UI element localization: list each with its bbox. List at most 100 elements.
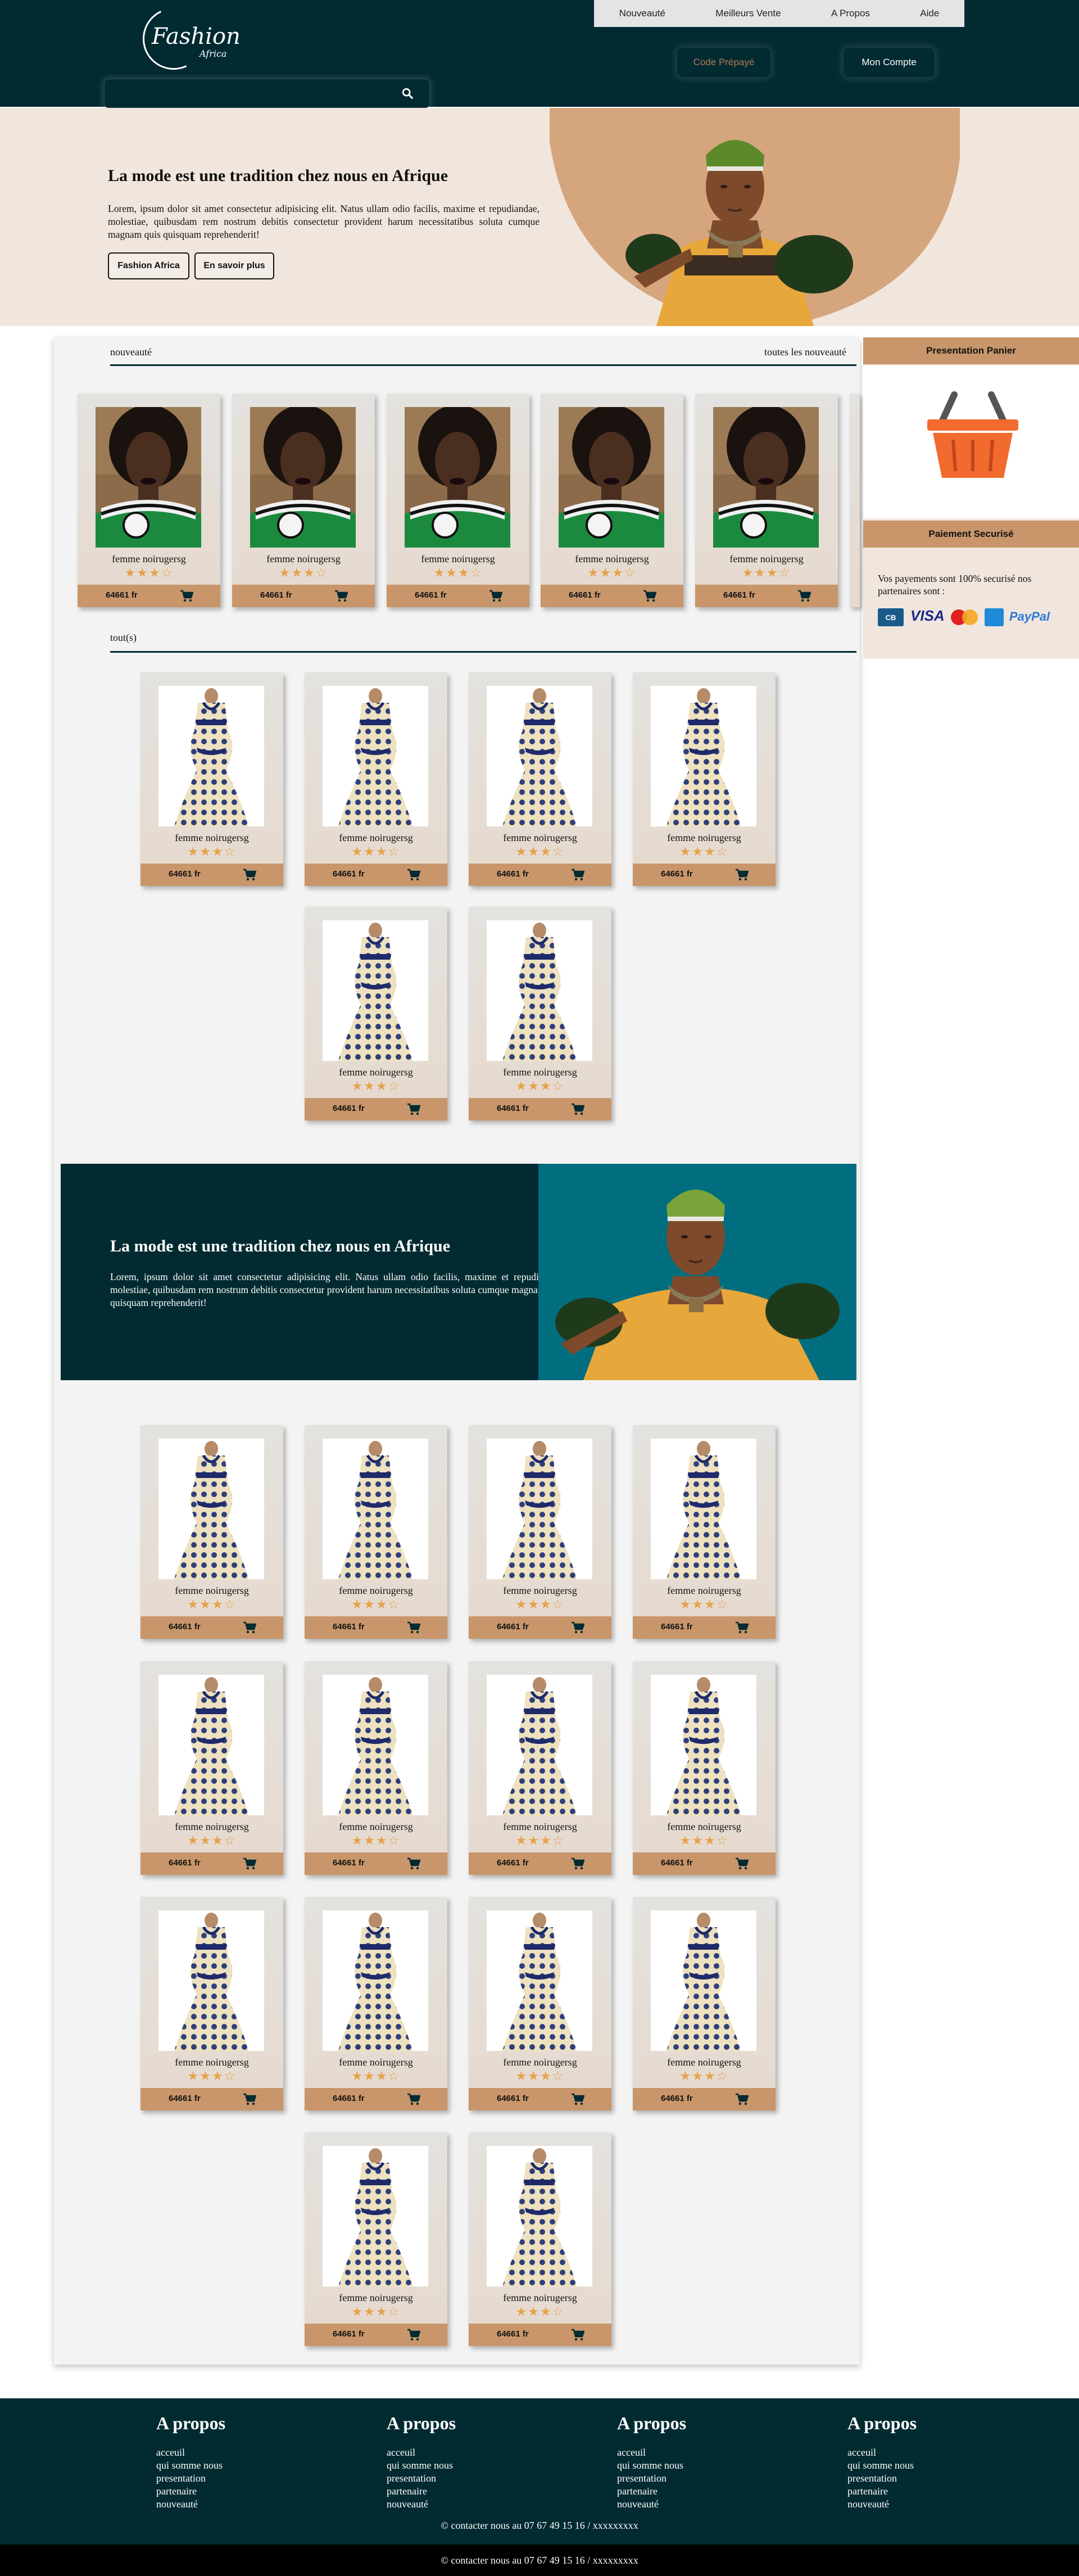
cart-icon[interactable] bbox=[735, 2093, 749, 2105]
product-image[interactable] bbox=[158, 686, 264, 826]
cart-icon[interactable] bbox=[407, 2329, 420, 2341]
product-card[interactable]: femme noirugersg ★★★☆ 64661 fr bbox=[469, 1661, 611, 1875]
mon-compte-button[interactable]: Mon Compte bbox=[843, 47, 935, 78]
product-image[interactable] bbox=[487, 2146, 592, 2286]
product-card[interactable]: femme noirugersg ★★★☆ 64661 fr bbox=[695, 394, 838, 607]
product-card[interactable]: femme noirugersg ★★★☆ 64661 fr bbox=[633, 672, 776, 886]
product-card[interactable] bbox=[850, 394, 860, 607]
footer-link-partenaire[interactable]: partenaire bbox=[847, 2485, 917, 2498]
cart-icon[interactable] bbox=[797, 590, 811, 602]
product-card[interactable]: femme noirugersg ★★★☆ 64661 fr bbox=[140, 1661, 283, 1875]
search-input[interactable] bbox=[112, 85, 393, 102]
footer-link-presentation[interactable]: presentation bbox=[387, 2472, 456, 2485]
search-icon[interactable] bbox=[401, 87, 414, 100]
nav-aide[interactable]: Aide bbox=[920, 8, 939, 19]
product-card[interactable]: femme noirugersg ★★★☆ 64661 fr bbox=[633, 1897, 776, 2110]
nav-meilleurs-vente[interactable]: Meilleurs Vente bbox=[715, 8, 781, 19]
cart-icon[interactable] bbox=[489, 590, 502, 602]
cart-icon[interactable] bbox=[571, 869, 584, 881]
logo[interactable]: Fashion Africa bbox=[134, 0, 242, 79]
cart-icon[interactable] bbox=[407, 2093, 420, 2105]
product-card[interactable]: femme noirugersg ★★★☆ 64661 fr bbox=[305, 1661, 447, 1875]
product-image[interactable] bbox=[158, 1675, 264, 1815]
product-image[interactable] bbox=[96, 407, 201, 548]
product-card[interactable]: femme noirugersg ★★★☆ 64661 fr bbox=[469, 1425, 611, 1639]
cart-icon[interactable] bbox=[735, 1621, 749, 1634]
footer-link-partenaire[interactable]: partenaire bbox=[156, 2485, 225, 2498]
product-image[interactable] bbox=[487, 920, 592, 1061]
footer-link-nouveaute[interactable]: nouveauté bbox=[617, 2498, 686, 2511]
footer-link-presentation[interactable]: presentation bbox=[156, 2472, 225, 2485]
cart-icon[interactable] bbox=[571, 1858, 584, 1870]
cart-icon[interactable] bbox=[643, 590, 656, 602]
cart-icon[interactable] bbox=[407, 869, 420, 881]
cart-icon[interactable] bbox=[243, 2093, 256, 2105]
product-image[interactable] bbox=[323, 2146, 428, 2286]
footer-link-qui-somme-nous[interactable]: qui somme nous bbox=[617, 2459, 686, 2472]
product-card[interactable]: femme noirugersg ★★★☆ 64661 fr bbox=[469, 2132, 611, 2346]
product-image[interactable] bbox=[158, 1910, 264, 2051]
product-image[interactable] bbox=[559, 407, 664, 548]
cart-icon[interactable] bbox=[243, 869, 256, 881]
product-card[interactable]: femme noirugersg ★★★☆ 64661 fr bbox=[541, 394, 683, 607]
product-card[interactable]: femme noirugersg ★★★☆ 64661 fr bbox=[78, 394, 220, 607]
cart-icon[interactable] bbox=[407, 1103, 420, 1115]
footer-link-nouveaute[interactable]: nouveauté bbox=[156, 2498, 225, 2511]
basket-icon[interactable] bbox=[925, 388, 1021, 483]
product-card[interactable]: femme noirugersg ★★★☆ 64661 fr bbox=[140, 672, 283, 886]
product-image[interactable] bbox=[323, 1675, 428, 1815]
footer-link-qui-somme-nous[interactable]: qui somme nous bbox=[156, 2459, 225, 2472]
footer-link-qui-somme-nous[interactable]: qui somme nous bbox=[847, 2459, 917, 2472]
en-savoir-plus-button[interactable]: En savoir plus bbox=[194, 252, 274, 279]
product-image[interactable] bbox=[487, 1439, 592, 1579]
fashion-africa-button[interactable]: Fashion Africa bbox=[108, 252, 189, 279]
footer-link-presentation[interactable]: presentation bbox=[847, 2472, 917, 2485]
product-card[interactable]: femme noirugersg ★★★☆ 64661 fr bbox=[633, 1425, 776, 1639]
product-image[interactable] bbox=[323, 686, 428, 826]
product-image[interactable] bbox=[651, 686, 756, 826]
product-image[interactable] bbox=[651, 1675, 756, 1815]
product-image[interactable] bbox=[487, 686, 592, 826]
cart-icon[interactable] bbox=[571, 2093, 584, 2105]
cart-icon[interactable] bbox=[243, 1858, 256, 1870]
product-card[interactable]: femme noirugersg ★★★☆ 64661 fr bbox=[305, 672, 447, 886]
cart-icon[interactable] bbox=[735, 869, 749, 881]
product-card[interactable]: femme noirugersg ★★★☆ 64661 fr bbox=[387, 394, 529, 607]
footer-link-nouveaute[interactable]: nouveauté bbox=[387, 2498, 456, 2511]
product-image[interactable] bbox=[487, 1910, 592, 2051]
product-card[interactable]: femme noirugersg ★★★☆ 64661 fr bbox=[469, 907, 611, 1120]
cart-icon[interactable] bbox=[571, 2329, 584, 2341]
product-card[interactable]: femme noirugersg ★★★☆ 64661 fr bbox=[469, 1897, 611, 2110]
product-image[interactable] bbox=[250, 407, 356, 548]
product-image[interactable] bbox=[323, 1439, 428, 1579]
code-prepaye-button[interactable]: Code Prépayé bbox=[677, 47, 771, 78]
product-card[interactable]: femme noirugersg ★★★☆ 64661 fr bbox=[305, 2132, 447, 2346]
product-image[interactable] bbox=[713, 407, 819, 548]
footer-link-acceuil[interactable]: acceuil bbox=[387, 2446, 456, 2459]
footer-link-qui-somme-nous[interactable]: qui somme nous bbox=[387, 2459, 456, 2472]
product-card[interactable]: femme noirugersg ★★★☆ 64661 fr bbox=[469, 672, 611, 886]
cart-icon[interactable] bbox=[180, 590, 193, 602]
product-image[interactable] bbox=[405, 407, 510, 548]
cart-icon[interactable] bbox=[735, 1858, 749, 1870]
nav-a-propos[interactable]: A Propos bbox=[831, 8, 870, 19]
product-image[interactable] bbox=[651, 1910, 756, 2051]
cart-icon[interactable] bbox=[571, 1103, 584, 1115]
footer-link-acceuil[interactable]: acceuil bbox=[617, 2446, 686, 2459]
cart-icon[interactable] bbox=[334, 590, 348, 602]
footer-link-partenaire[interactable]: partenaire bbox=[387, 2485, 456, 2498]
product-image[interactable] bbox=[651, 1439, 756, 1579]
nav-nouveaute[interactable]: Nouveauté bbox=[619, 8, 665, 19]
product-card[interactable]: femme noirugersg ★★★☆ 64661 fr bbox=[140, 1425, 283, 1639]
product-image[interactable] bbox=[323, 920, 428, 1061]
product-image[interactable] bbox=[158, 1439, 264, 1579]
product-card[interactable]: femme noirugersg ★★★☆ 64661 fr bbox=[305, 1425, 447, 1639]
product-card[interactable]: femme noirugersg ★★★☆ 64661 fr bbox=[305, 907, 447, 1120]
footer-link-presentation[interactable]: presentation bbox=[617, 2472, 686, 2485]
cart-icon[interactable] bbox=[243, 1621, 256, 1634]
toutes-nouveautes-link[interactable]: toutes les nouveauté bbox=[764, 346, 846, 358]
footer-link-acceuil[interactable]: acceuil bbox=[847, 2446, 917, 2459]
cart-icon[interactable] bbox=[571, 1621, 584, 1634]
product-card[interactable]: femme noirugersg ★★★☆ 64661 fr bbox=[633, 1661, 776, 1875]
product-card[interactable]: femme noirugersg ★★★☆ 64661 fr bbox=[140, 1897, 283, 2110]
